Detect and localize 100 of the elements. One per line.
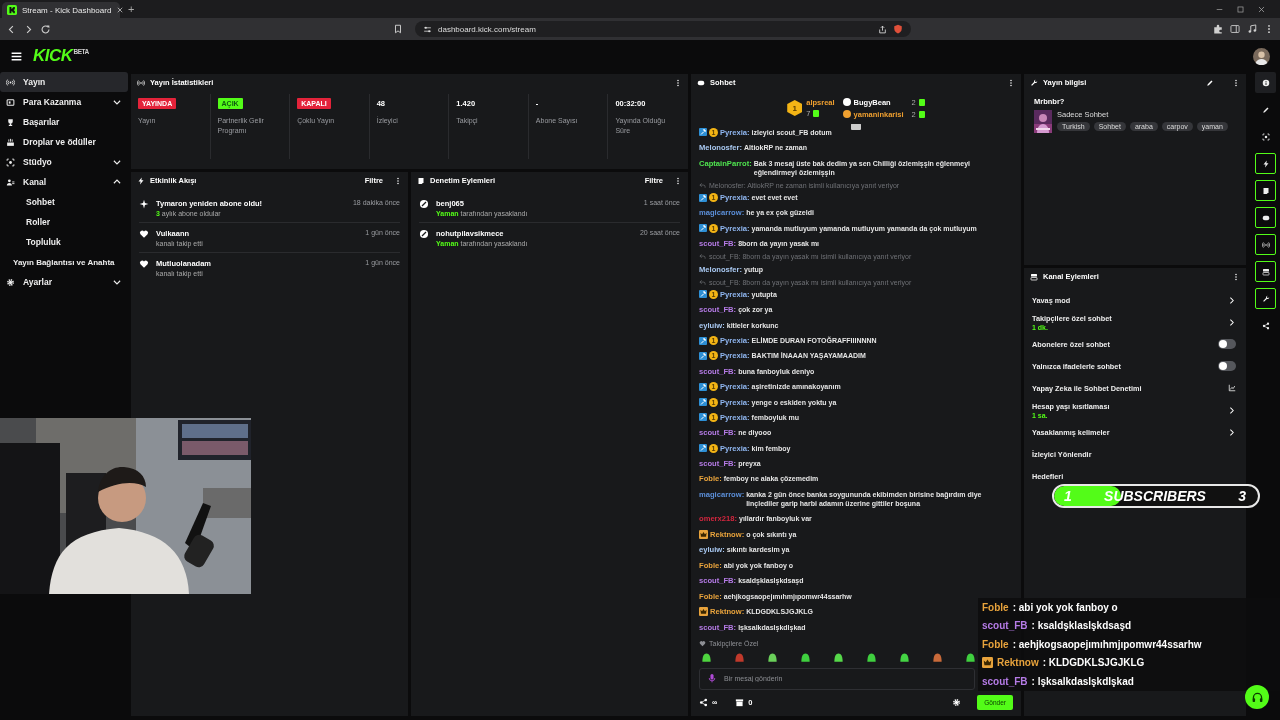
list-icon (1030, 272, 1038, 281)
rank-badge: 1 (787, 100, 803, 116)
toggle-switch[interactable] (1218, 339, 1236, 349)
close-icon[interactable] (116, 6, 125, 14)
more-icon[interactable] (674, 78, 682, 87)
sidebar-subitem[interactable]: Roller (0, 212, 128, 232)
emote-icon[interactable] (767, 651, 778, 663)
overlay-username: scout_FB (982, 675, 1028, 687)
toggle-switch[interactable] (1218, 361, 1236, 371)
reply-icon (699, 253, 706, 261)
wrench-icon (1261, 294, 1270, 303)
heart-icon (699, 640, 706, 647)
sidebar-item[interactable]: Ayarlar (0, 272, 128, 292)
sidebar-item[interactable]: Yayın (0, 72, 128, 92)
overlay-message: : aehjkogsaopejımıhmjıpomwr44ssarhw (1012, 638, 1202, 650)
share-icon[interactable] (878, 24, 887, 34)
gift-icon (6, 137, 15, 147)
moderator-badge-icon (699, 382, 707, 391)
moderator-badge-icon (699, 351, 707, 360)
broadcast-icon (6, 77, 15, 87)
sidebar-icon[interactable] (1230, 24, 1240, 34)
settings-icon[interactable] (952, 698, 962, 707)
chat-button[interactable] (1255, 207, 1276, 228)
emote-icon[interactable] (932, 651, 943, 663)
focus-icon (1261, 132, 1270, 141)
more-icon[interactable] (1232, 272, 1240, 281)
note-icon (1261, 186, 1270, 195)
heart-icon (139, 259, 149, 269)
sidebar-item[interactable]: Kanal (0, 172, 128, 192)
chevron-right-icon[interactable] (1227, 317, 1236, 327)
lightning-button[interactable] (1255, 153, 1276, 174)
chevron-right-icon[interactable] (1227, 405, 1236, 415)
bookmark-icon[interactable] (393, 24, 403, 34)
list-icon (1261, 267, 1270, 276)
more-icon[interactable] (394, 176, 402, 185)
avatar-icon[interactable] (1253, 47, 1270, 65)
list-button[interactable] (1255, 261, 1276, 282)
broadcast-button[interactable] (1255, 234, 1276, 255)
more-icon[interactable] (674, 176, 682, 185)
moderator-badge-icon (699, 290, 707, 299)
overlay-username: Foble (982, 601, 1009, 613)
overlay-username: Rektnow (997, 657, 1039, 669)
overlay-message: : KLDGDKLSJGJKLG (1042, 657, 1145, 669)
extensions-icon[interactable] (1213, 24, 1223, 34)
more-icon[interactable] (1232, 78, 1240, 87)
goal-current: 1 (1064, 488, 1072, 504)
moderator-badge-icon (699, 444, 707, 453)
info-icon (1261, 78, 1270, 87)
chevron-right-icon[interactable] (1227, 427, 1236, 437)
sidebar-subitem[interactable]: Topluluk (0, 232, 128, 252)
heart-icon (139, 229, 149, 239)
site-settings-icon[interactable] (423, 24, 432, 34)
moderator-badge-icon (699, 413, 707, 422)
moderator-badge-icon (699, 128, 707, 137)
wrench-button[interactable] (1255, 288, 1276, 309)
settings-icon (6, 277, 15, 287)
shield-icon[interactable] (893, 24, 903, 34)
sidebar-item[interactable]: Başarılar (0, 112, 128, 132)
emote-icon[interactable] (800, 651, 811, 663)
emote-icon[interactable] (701, 651, 712, 663)
edit-icon[interactable] (1206, 78, 1214, 87)
lightning-icon (137, 176, 145, 185)
close-icon[interactable] (1257, 4, 1266, 14)
store-icon[interactable] (735, 698, 745, 707)
sidebar-item[interactable]: Stüdyo (0, 152, 128, 172)
overlay-message: : ksaldşklaslşkdsaşd (1031, 620, 1132, 632)
new-tab-button[interactable]: + (124, 3, 139, 15)
crown-badge-icon (699, 530, 708, 540)
browser-tab[interactable]: Stream - Kick Dashboard (2, 2, 120, 18)
sidebar-subitem[interactable]: Yayın Bağlantısı ve Anahta (0, 252, 128, 272)
broadcast-icon (137, 78, 145, 87)
overlay-message: : abi yok yok fanboy o (1012, 601, 1118, 613)
emote-icon[interactable] (833, 651, 844, 663)
maximize-icon[interactable] (1236, 4, 1245, 14)
reply-icon (699, 278, 706, 286)
more-icon[interactable] (1007, 78, 1015, 87)
sidebar-subitem[interactable]: Sohbet (0, 192, 128, 212)
address-bar[interactable]: dashboard.kick.com/stream (415, 21, 911, 37)
note-button[interactable] (1255, 180, 1276, 201)
edit-icon (1261, 105, 1270, 114)
emote-icon[interactable] (899, 651, 910, 663)
sidebar-item[interactable]: Droplar ve ödüller (0, 132, 128, 152)
emote-icon[interactable] (965, 651, 976, 663)
microphone-icon[interactable] (707, 673, 717, 683)
sidebar-item[interactable]: Para Kazanma (0, 92, 128, 112)
emote-icon[interactable] (866, 651, 877, 663)
crown-badge-icon (699, 607, 708, 617)
gift-icon (813, 110, 820, 117)
chevron-right-icon[interactable] (1227, 295, 1236, 305)
reload-icon[interactable] (40, 23, 51, 35)
moderator-badge-icon (699, 224, 707, 233)
lightning-icon (1261, 159, 1270, 168)
chart-icon[interactable] (1228, 384, 1236, 392)
sparkle-icon (139, 199, 149, 209)
music-icon[interactable] (1247, 24, 1257, 34)
goal-target: 3 (1238, 488, 1246, 504)
info-button[interactable] (1255, 72, 1276, 93)
crown-badge-icon (982, 657, 993, 669)
kick-logo[interactable]: KICK (33, 46, 73, 66)
wallet-icon (6, 97, 15, 107)
